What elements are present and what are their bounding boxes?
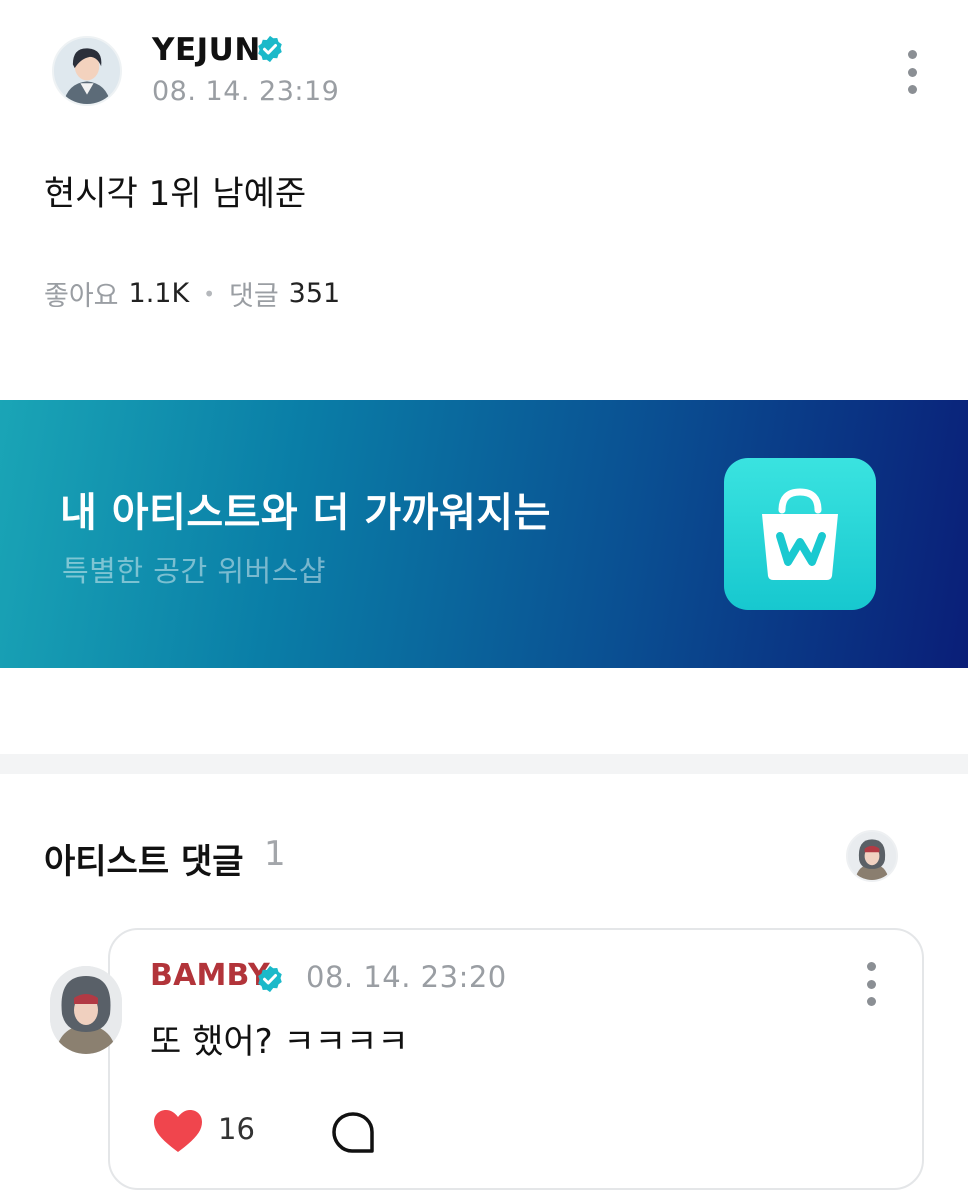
- comment-author-name[interactable]: BAMBY: [150, 958, 270, 993]
- post-header: YEJUN 08. 14. 23:19: [52, 32, 932, 116]
- comment-avatar-illustration: [50, 966, 122, 1054]
- like-button[interactable]: [152, 1108, 204, 1154]
- reply-button[interactable]: [330, 1110, 376, 1156]
- author-name[interactable]: YEJUN: [152, 32, 261, 68]
- comment-timestamp: 08. 14. 23:20: [306, 960, 507, 994]
- comments-label[interactable]: 댓글: [229, 274, 279, 313]
- likes-label: 좋아요: [44, 281, 119, 312]
- banner-title: 내 아티스트와 더 가까워지는: [60, 490, 551, 536]
- shopping-bag-icon: [762, 488, 838, 580]
- artist-comments-count: 1: [264, 834, 286, 874]
- banner-subtitle: 특별한 공간 위버스샵: [62, 554, 327, 588]
- more-dot: [866, 979, 876, 989]
- comment-author-avatar[interactable]: [50, 966, 122, 1054]
- like-count: 16: [218, 1112, 255, 1146]
- more-dot: [866, 997, 876, 1006]
- more-dot: [907, 67, 917, 77]
- more-dot: [866, 962, 876, 971]
- comment-more-options-button[interactable]: [861, 962, 881, 1006]
- likes-count: 1.1K: [128, 278, 190, 309]
- stats-separator: •: [203, 281, 215, 306]
- post-timestamp: 08. 14. 23:19: [152, 76, 340, 107]
- artist-avatar-filter[interactable]: [846, 830, 898, 882]
- section-divider: [0, 754, 968, 774]
- heart-icon: [154, 1110, 202, 1152]
- post-stats: 좋아요 1.1K • 댓글 351: [44, 274, 340, 313]
- comment-text: 또 했어? ㅋㅋㅋㅋ: [150, 1022, 409, 1062]
- speech-bubble-icon: [332, 1112, 374, 1153]
- verified-badge-icon: [258, 965, 282, 993]
- post-more-options-button[interactable]: [902, 50, 922, 94]
- more-dot: [907, 50, 917, 59]
- verified-badge-icon: [258, 35, 282, 63]
- author-avatar[interactable]: [52, 36, 122, 106]
- more-dot: [907, 85, 917, 94]
- weverse-shop-bag-icon: [724, 458, 876, 610]
- post-body-text: 현시각 1위 남예준: [44, 174, 307, 214]
- artist-avatar-illustration: [848, 832, 896, 880]
- weverse-shop-banner[interactable]: 내 아티스트와 더 가까워지는 특별한 공간 위버스샵: [0, 400, 968, 668]
- comments-count[interactable]: 351: [289, 278, 341, 309]
- artist-comments-title: 아티스트 댓글: [44, 842, 244, 882]
- author-avatar-illustration: [54, 38, 120, 104]
